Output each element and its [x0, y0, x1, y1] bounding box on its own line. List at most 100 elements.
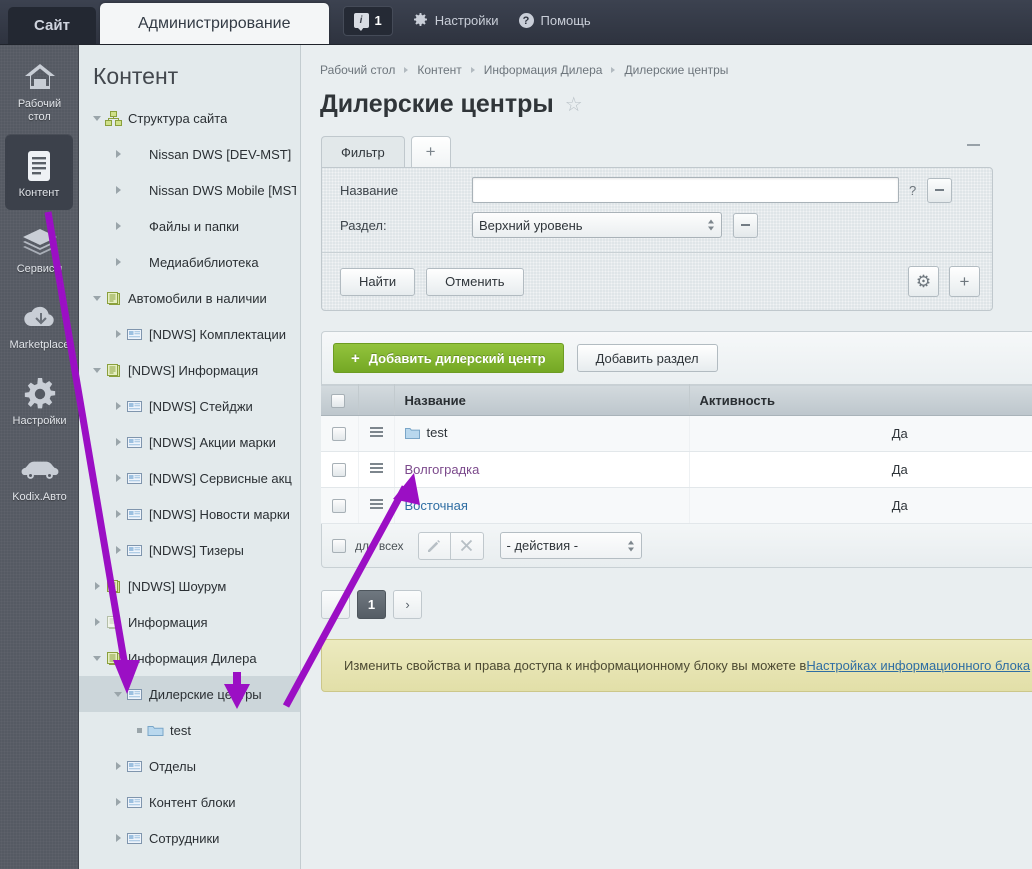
tree-toggle-icon[interactable] — [110, 762, 126, 770]
tree-toggle-icon[interactable] — [89, 367, 105, 373]
filter-add-button[interactable]: + — [949, 266, 980, 297]
tree-toggle-icon[interactable] — [89, 295, 105, 301]
filter-section-remove-button[interactable] — [733, 212, 758, 238]
tree-item-8[interactable]: [NDWS] Стейджи — [79, 388, 300, 424]
row-menu-icon[interactable] — [369, 461, 383, 475]
tree-item-14[interactable]: Информация — [79, 604, 300, 640]
tree-node-icon — [126, 543, 143, 558]
tree-item-10[interactable]: [NDWS] Сервисные акц — [79, 460, 300, 496]
tab-administration[interactable]: Администрирование — [99, 3, 329, 44]
filter-settings-gear-icon[interactable]: ⚙ — [908, 266, 939, 297]
tree-item-15[interactable]: Информация Дилера — [79, 640, 300, 676]
filter-name-input[interactable] — [472, 177, 899, 203]
row-menu-icon[interactable] — [369, 497, 383, 511]
tree-item-6[interactable]: [NDWS] Комплектации — [79, 316, 300, 352]
tree-toggle-icon[interactable] — [110, 546, 126, 554]
tree-item-12[interactable]: [NDWS] Тизеры — [79, 532, 300, 568]
tree-item-5[interactable]: Автомобили в наличии — [79, 280, 300, 316]
rail-item-kodix-auto[interactable]: Kodix.Авто — [0, 438, 79, 514]
bulk-edit-button[interactable] — [417, 531, 451, 560]
tree-item-20[interactable]: Сотрудники — [79, 820, 300, 856]
tree-toggle-icon[interactable] — [110, 691, 126, 697]
filter-collapse-icon[interactable] — [967, 144, 980, 146]
tree-item-0[interactable]: Структура сайта — [79, 100, 300, 136]
tree-item-label: [NDWS] Комплектации — [149, 326, 286, 342]
select-all-checkbox[interactable] — [331, 393, 345, 408]
stepper-icon — [627, 540, 634, 551]
tree-item-16[interactable]: Дилерские центры — [79, 676, 300, 712]
filter-name-remove-button[interactable] — [927, 177, 953, 203]
tree-toggle-icon[interactable] — [110, 258, 126, 266]
tree-toggle-icon[interactable] — [110, 222, 126, 230]
filter-panel: Название ? Раздел: Верхний уровень Найти… — [321, 144, 993, 311]
settings-link[interactable]: Настройки — [413, 13, 499, 28]
tree-item-17[interactable]: test — [79, 712, 300, 748]
tree-toggle-icon[interactable] — [110, 186, 126, 194]
tab-site[interactable]: Сайт — [8, 7, 96, 44]
page-current[interactable]: 1 — [357, 590, 386, 619]
tree-toggle-icon[interactable] — [110, 798, 126, 806]
row-name-link[interactable]: Восточная — [405, 498, 468, 513]
tree-item-18[interactable]: Отделы — [79, 748, 300, 784]
tree-toggle-icon[interactable] — [110, 438, 126, 446]
notice-link[interactable]: Настройках информационного блока — [806, 658, 1030, 673]
row-checkbox[interactable] — [332, 499, 347, 514]
tree-item-label: [NDWS] Информация — [128, 362, 259, 378]
row-menu-cell — [358, 487, 395, 524]
tab-filter[interactable]: Фильтр — [321, 136, 405, 167]
find-button[interactable]: Найти — [340, 267, 416, 296]
tree-toggle-icon[interactable] — [131, 727, 147, 733]
tree-toggle-icon[interactable] — [110, 150, 126, 158]
tree-toggle-icon[interactable] — [110, 330, 126, 338]
favorite-star-icon[interactable]: ☆ — [565, 95, 583, 115]
tree-toggle-icon[interactable] — [110, 834, 126, 842]
tree-toggle-icon[interactable] — [110, 402, 126, 410]
breadcrumb-item-2[interactable]: Информация Дилера — [484, 63, 603, 77]
tree-item-19[interactable]: Контент блоки — [79, 784, 300, 820]
help-link[interactable]: ? Помощь — [518, 13, 591, 28]
row-name-link[interactable]: Волгоградка — [405, 462, 480, 477]
tree-item-3[interactable]: Файлы и папки — [79, 208, 300, 244]
rail-item-content[interactable]: Контент — [5, 134, 73, 210]
breadcrumb-item-1[interactable]: Контент — [417, 63, 461, 77]
rail-item-desktop[interactable]: Рабочий стол — [0, 45, 79, 134]
filter-section-select[interactable]: Верхний уровень — [472, 212, 722, 238]
tree-item-9[interactable]: [NDWS] Акции марки — [79, 424, 300, 460]
bulk-delete-button[interactable] — [450, 531, 484, 560]
table-row[interactable]: Восточная Да — [321, 487, 1032, 524]
tab-add-filter[interactable]: + — [410, 136, 451, 167]
tree-toggle-icon[interactable] — [89, 655, 105, 661]
tree-toggle-icon[interactable] — [89, 115, 105, 121]
grid-toolbar: + Добавить дилерский центр Добавить разд… — [321, 331, 1032, 384]
tree-toggle-icon[interactable] — [89, 582, 105, 590]
tree-toggle-icon[interactable] — [89, 618, 105, 626]
row-checkbox[interactable] — [332, 463, 347, 478]
tree-item-1[interactable]: Nissan DWS [DEV-MST] — [79, 136, 300, 172]
filter-help-icon[interactable]: ? — [909, 183, 916, 198]
tree-item-2[interactable]: Nissan DWS Mobile [MST] — [79, 172, 300, 208]
row-menu-icon[interactable] — [369, 425, 383, 439]
row-checkbox[interactable] — [332, 427, 347, 442]
tree-item-13[interactable]: [NDWS] Шоурум — [79, 568, 300, 604]
tree-item-11[interactable]: [NDWS] Новости марки — [79, 496, 300, 532]
add-dealer-center-button[interactable]: + Добавить дилерский центр — [333, 343, 564, 373]
tree-item-7[interactable]: [NDWS] Информация — [79, 352, 300, 388]
cancel-button[interactable]: Отменить — [426, 267, 524, 296]
breadcrumb-item-0[interactable]: Рабочий стол — [320, 63, 395, 77]
page-prev-button[interactable] — [321, 590, 350, 619]
tree-toggle-icon[interactable] — [110, 510, 126, 518]
tree-item-4[interactable]: Медиабиблиотека — [79, 244, 300, 280]
notifications-counter[interactable]: i 1 — [342, 5, 393, 36]
table-row[interactable]: Волгоградка Да — [321, 451, 1032, 488]
table-row[interactable]: test Да — [321, 415, 1032, 452]
page-next-button[interactable]: › — [393, 590, 422, 619]
footer-select-all-checkbox[interactable] — [332, 538, 346, 553]
rail-item-settings[interactable]: Настройки — [0, 362, 79, 438]
tree-toggle-icon[interactable] — [110, 474, 126, 482]
bulk-actions-select[interactable]: - действия - — [499, 532, 642, 559]
rail-item-services[interactable]: Сервисы — [0, 210, 79, 286]
rail-item-marketplace[interactable]: Marketplace — [0, 286, 79, 362]
add-section-button[interactable]: Добавить раздел — [576, 344, 718, 372]
tree-node-icon — [126, 219, 143, 234]
tree-node-icon — [105, 291, 122, 306]
